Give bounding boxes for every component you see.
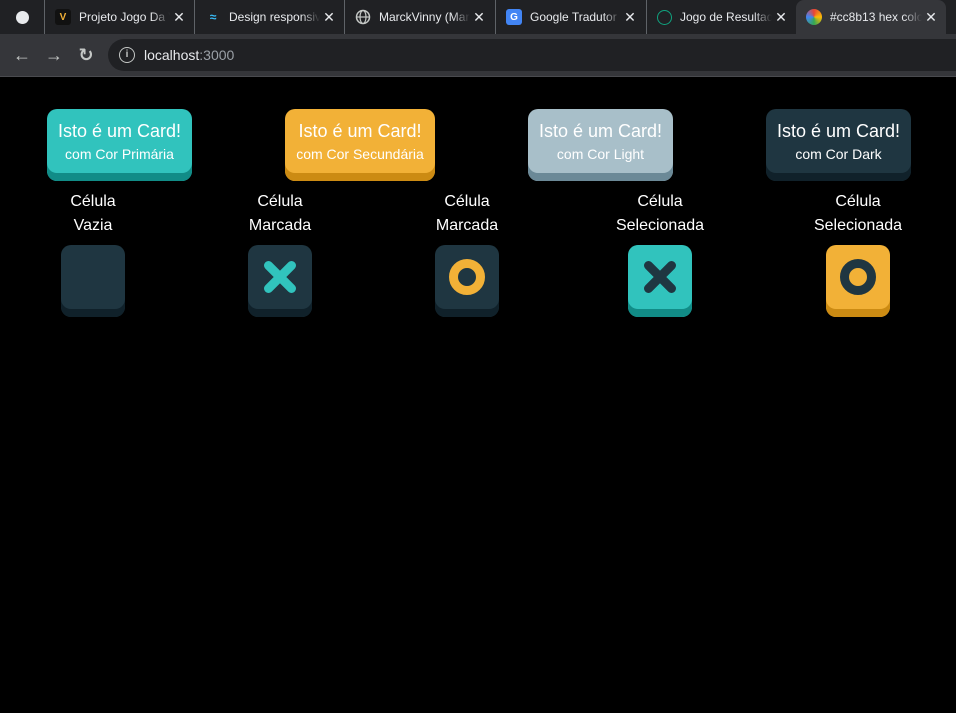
cell-label-line: Selecionada	[615, 217, 705, 234]
cell-selected-x[interactable]	[628, 245, 692, 317]
card-light: Isto é um Card! com Cor Light	[528, 109, 673, 181]
card-subtitle: com Cor Secundária	[296, 146, 424, 162]
site-info-icon[interactable]: i	[119, 47, 135, 63]
browser-tab[interactable]: Jogo de Resultados ✕	[646, 0, 796, 34]
cell-label-line: Célula	[835, 193, 881, 210]
cell-label-line: Vazia	[73, 217, 113, 234]
reload-icon[interactable]: ↻	[75, 44, 97, 66]
address-bar[interactable]: i localhost:3000	[108, 39, 956, 71]
x-mark-icon	[644, 261, 676, 293]
tab-close-icon[interactable]: ✕	[470, 9, 488, 26]
card-secondary: Isto é um Card! com Cor Secundária	[285, 109, 435, 181]
browser-toolbar: ← → ↻ i localhost:3000	[0, 34, 956, 77]
cell-label-line: Célula	[70, 193, 116, 210]
x-mark-icon	[264, 261, 296, 293]
url-port: :3000	[199, 47, 235, 63]
globe-icon	[355, 9, 371, 25]
cell-marked-x[interactable]	[248, 245, 312, 317]
cell-label-empty: Célula Vazia	[23, 190, 163, 238]
browser-tab-active[interactable]: #cc8b13 hex color ✕	[796, 0, 946, 34]
cell-label-selected-o: Célula Selecionada	[788, 190, 928, 238]
back-arrow-icon[interactable]: ←	[11, 44, 33, 66]
tab-search-button[interactable]	[0, 0, 44, 34]
o-mark-icon	[449, 259, 485, 295]
tab-close-icon[interactable]: ✕	[621, 9, 639, 26]
forward-arrow-icon[interactable]: →	[43, 44, 65, 66]
tab-close-icon[interactable]: ✕	[320, 9, 338, 26]
card-subtitle: com Cor Dark	[795, 146, 882, 162]
cell-empty[interactable]	[61, 245, 125, 317]
cell-label-marked-x: Célula Marcada	[210, 190, 350, 238]
card-title: Isto é um Card!	[776, 121, 901, 141]
circle-icon	[15, 10, 29, 24]
card-title: Isto é um Card!	[538, 121, 663, 141]
cell-label-line: Célula	[257, 193, 303, 210]
google-translate-icon: G	[506, 9, 522, 25]
cell-label-line: Marcada	[435, 217, 499, 234]
browser-tab[interactable]: ≈ Design responsivo ✕	[194, 0, 344, 34]
url-host: localhost	[144, 47, 200, 63]
card-subtitle: com Cor Light	[556, 146, 645, 162]
cell-label-line: Célula	[637, 193, 683, 210]
cell-label-line: Marcada	[248, 217, 312, 234]
tab-title: Projeto Jogo Da Velha	[79, 10, 170, 24]
card-title: Isto é um Card!	[57, 121, 182, 141]
cell-selected-o[interactable]	[826, 245, 890, 317]
cell-label-line: Célula	[444, 193, 490, 210]
tab-close-icon[interactable]: ✕	[922, 9, 940, 26]
tab-close-icon[interactable]: ✕	[772, 9, 790, 26]
tab-close-icon[interactable]: ✕	[170, 9, 188, 26]
o-mark-icon	[840, 259, 876, 295]
vertical-logo-icon: V	[55, 9, 71, 25]
tab-title: #cc8b13 hex color	[830, 10, 922, 24]
tab-title: Jogo de Resultados	[680, 10, 772, 24]
card-subtitle: com Cor Primária	[65, 146, 174, 162]
address-url: localhost:3000	[144, 47, 234, 63]
cell-marked-o[interactable]	[435, 245, 499, 317]
tab-title: Google Tradutor	[530, 10, 617, 24]
cell-label-line: Selecionada	[813, 217, 903, 234]
color-wheel-icon	[806, 9, 822, 25]
cell-label-selected-x: Célula Selecionada	[590, 190, 730, 238]
tab-title: MarckVinny (MarckVinny)	[379, 10, 470, 24]
cell-label-marked-o: Célula Marcada	[397, 190, 537, 238]
tailwind-logo-icon: ≈	[209, 10, 217, 24]
card-primary: Isto é um Card! com Cor Primária	[47, 109, 192, 181]
tab-strip: V Projeto Jogo Da Velha ✕ ≈ Design respo…	[0, 0, 956, 34]
openai-logo-icon	[657, 9, 672, 25]
card-dark: Isto é um Card! com Cor Dark	[766, 109, 911, 181]
browser-tab[interactable]: G Google Tradutor ✕	[495, 0, 645, 34]
tab-title: Design responsivo	[229, 10, 320, 24]
browser-tab[interactable]: V Projeto Jogo Da Velha ✕	[44, 0, 194, 34]
card-title: Isto é um Card!	[298, 121, 422, 141]
browser-tab[interactable]: MarckVinny (MarckVinny) ✕	[344, 0, 494, 34]
